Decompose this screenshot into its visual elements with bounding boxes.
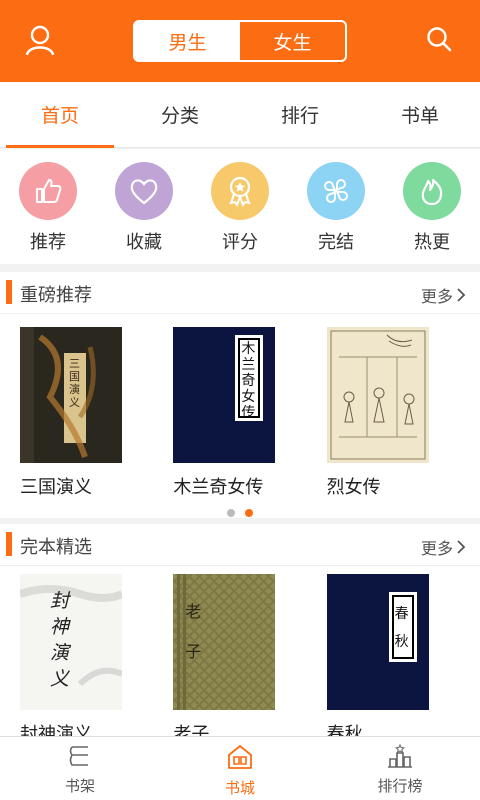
flame-icon — [403, 162, 461, 220]
quick-categories: 推荐 收藏 评分 完结 热更 — [0, 149, 480, 264]
quick-label: 收藏 — [126, 232, 162, 253]
book-cover — [326, 327, 429, 463]
nav-bookshelf[interactable]: 书架 — [0, 737, 160, 800]
section-featured: 重磅推荐 更多 三国演义 三国演义 木兰奇女传 木兰奇女传 烈女传 — [0, 272, 480, 518]
carousel-pager — [0, 509, 480, 517]
bookstore-icon — [228, 745, 252, 769]
tab-booklist[interactable]: 书单 — [360, 82, 480, 147]
book-title: 三国演义 — [20, 477, 92, 498]
quick-item-completed[interactable]: 完结 — [288, 149, 384, 264]
section-header: 完本精选 更多 — [0, 524, 480, 566]
section-completed: 完本精选 更多 封神演义 封神演义 老子 老子 春秋 春秋 — [0, 524, 480, 736]
book-title: 烈女传 — [326, 477, 381, 498]
book-cover: 三国演义 — [20, 327, 122, 463]
book-title: 老子 — [173, 724, 210, 736]
section-title: 完本精选 — [20, 537, 92, 558]
quick-item-rating[interactable]: 评分 — [192, 149, 288, 264]
book-card[interactable]: 烈女传 — [326, 327, 480, 499]
section-title: 重磅推荐 — [20, 285, 92, 306]
book-card[interactable]: 三国演义 三国演义 — [20, 327, 173, 499]
nav-label: 书架 — [64, 777, 95, 795]
book-row: 三国演义 三国演义 木兰奇女传 木兰奇女传 烈女传 — [0, 327, 480, 499]
more-label: 更多 — [420, 539, 453, 558]
user-icon[interactable] — [22, 22, 58, 58]
book-row: 封神演义 封神演义 老子 老子 春秋 春秋 — [0, 574, 480, 736]
heart-icon — [115, 162, 173, 220]
tab-home[interactable]: 首页 — [0, 82, 120, 148]
more-link[interactable]: 更多 — [421, 283, 466, 307]
segment-male[interactable]: 男生 — [135, 22, 240, 60]
quick-label: 评分 — [222, 232, 258, 253]
more-link[interactable]: 更多 — [421, 535, 466, 559]
book-card[interactable]: 老子 老子 — [173, 574, 326, 736]
bottom-navigation: 书架 书城 排行榜 — [0, 736, 480, 800]
cover-title: 封神演义 — [50, 590, 70, 690]
book-title: 封神演义 — [20, 724, 92, 736]
segment-female[interactable]: 女生 — [240, 22, 345, 60]
cover-title: 三国演义 — [69, 357, 80, 409]
quick-label: 推荐 — [30, 232, 66, 253]
chevron-right-icon — [457, 540, 466, 554]
quick-label: 热更 — [414, 232, 450, 253]
book-cover: 老子 — [173, 574, 276, 710]
cover-title: 木兰奇女传 — [241, 341, 256, 421]
cover-title: 春秋 — [394, 606, 409, 650]
quick-label: 完结 — [318, 232, 354, 253]
search-icon[interactable] — [422, 22, 458, 58]
pager-dot-active[interactable] — [245, 509, 253, 517]
book-card[interactable]: 木兰奇女传 木兰奇女传 — [173, 327, 326, 499]
book-title: 春秋 — [326, 724, 363, 736]
bookshelf-icon — [69, 746, 88, 766]
nav-ranking[interactable]: 排行榜 — [320, 737, 480, 800]
quick-item-hot[interactable]: 热更 — [384, 149, 480, 264]
pager-dot[interactable] — [227, 509, 235, 517]
quick-item-favorite[interactable]: 收藏 — [96, 149, 192, 264]
section-header: 重磅推荐 更多 — [0, 272, 480, 314]
ranking-icon — [388, 743, 412, 768]
app-header: 男生 女生 — [0, 0, 480, 82]
section-accent-bar — [6, 532, 12, 556]
chevron-right-icon — [457, 288, 466, 302]
nav-label: 排行榜 — [377, 777, 423, 795]
section-accent-bar — [6, 280, 12, 304]
tab-ranking[interactable]: 排行 — [240, 82, 360, 147]
medal-icon — [211, 162, 269, 220]
thumbs-up-icon — [19, 162, 77, 220]
top-tabs: 首页 分类 排行 书单 — [0, 82, 480, 148]
cover-title: 老子 — [185, 602, 202, 661]
nav-bookstore[interactable]: 书城 — [160, 737, 320, 800]
more-label: 更多 — [420, 287, 453, 306]
nav-label: 书城 — [224, 779, 255, 797]
book-card[interactable]: 春秋 春秋 — [326, 574, 480, 736]
book-cover: 木兰奇女传 — [173, 327, 276, 463]
quick-item-recommend[interactable]: 推荐 — [0, 149, 96, 264]
tab-category[interactable]: 分类 — [120, 82, 240, 147]
book-cover: 封神演义 — [20, 574, 122, 710]
book-card[interactable]: 封神演义 封神演义 — [20, 574, 173, 736]
gender-switch: 男生 女生 — [133, 20, 347, 62]
book-title: 木兰奇女传 — [173, 477, 264, 498]
clover-icon — [307, 162, 365, 220]
book-cover: 春秋 — [326, 574, 429, 710]
